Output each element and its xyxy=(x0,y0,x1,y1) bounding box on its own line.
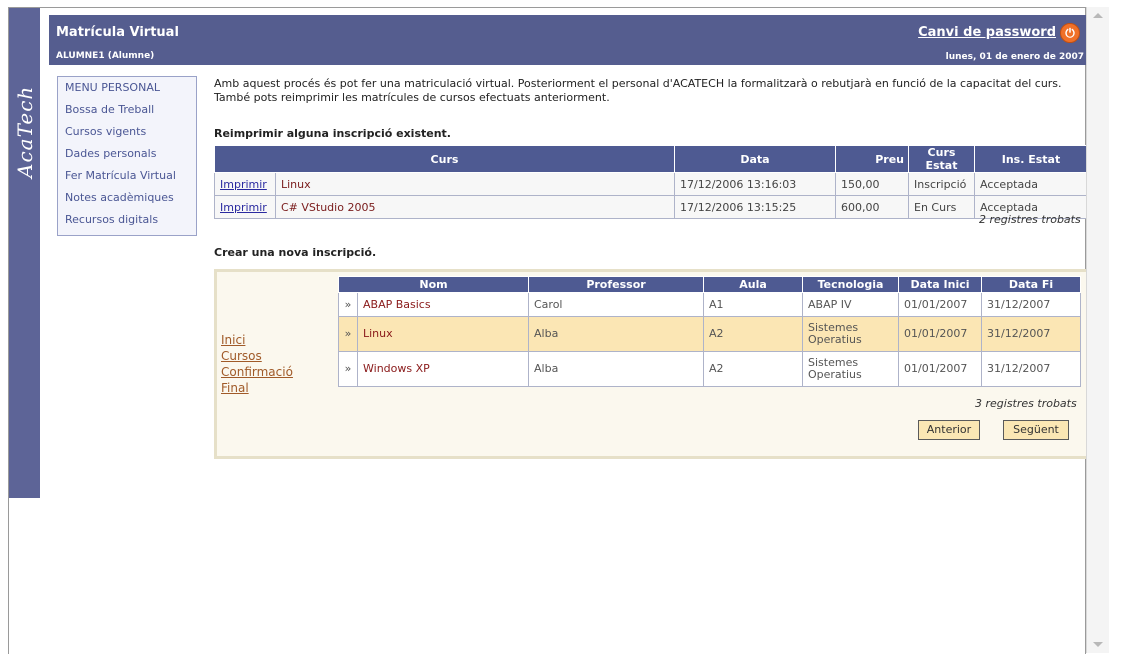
table-row[interactable]: » Linux Alba A2 Sistemes Operatius 01/01… xyxy=(338,316,1081,352)
curs-cell: C# VStudio 2005 xyxy=(275,195,675,219)
course-name: Windows XP xyxy=(357,351,529,387)
course-name: Linux xyxy=(357,316,529,352)
col-data: Data xyxy=(674,145,836,173)
professor-cell: Carol xyxy=(528,292,704,317)
vertical-scrollbar[interactable] xyxy=(1086,7,1109,653)
imprimir-link[interactable]: Imprimir xyxy=(220,178,267,191)
professor-cell: Alba xyxy=(528,316,704,352)
aula-cell: A1 xyxy=(703,292,803,317)
wizard-steps: Inici Cursos Confirmació Final xyxy=(221,332,293,396)
menu-item-notes-academiques[interactable]: Notes acadèmiques xyxy=(58,187,196,209)
create-heading: Crear una nova inscripció. xyxy=(214,246,377,259)
select-arrow-icon[interactable]: » xyxy=(338,316,358,352)
menu-heading: MENU PERSONAL xyxy=(65,81,160,94)
curs-cell: Linux xyxy=(275,172,675,196)
scroll-up-icon[interactable] xyxy=(1093,13,1103,18)
brand-sidebar: AcaTech xyxy=(9,8,40,498)
preu-cell: 600,00 xyxy=(835,195,909,219)
header-bar: Matrícula Virtual ALUMNE1 (Alumne) Canvi… xyxy=(49,15,1090,65)
menu-item-cursos-vigents[interactable]: Cursos vigents xyxy=(58,121,196,143)
data-fi-cell: 31/12/2007 xyxy=(981,351,1081,387)
reprint-heading: Reimprimir alguna inscripció existent. xyxy=(214,127,451,140)
current-date: lunes, 01 de enero de 2007 xyxy=(945,52,1084,62)
reprint-table: Curs Data Preu Curs Estat Ins. Estat Imp… xyxy=(214,145,1088,219)
col-curs-estat: Curs Estat xyxy=(908,145,975,173)
ins-estat-cell: Acceptada xyxy=(974,172,1088,196)
data-inici-cell: 01/01/2007 xyxy=(898,351,982,387)
acatech-logo: AcaTech xyxy=(13,85,37,178)
intro-text: Amb aquest procés és pot fer una matricu… xyxy=(214,77,1062,104)
data-inici-cell: 01/01/2007 xyxy=(898,316,982,352)
browser-frame: AcaTech Matrícula Virtual ALUMNE1 (Alumn… xyxy=(8,7,1090,654)
col-ins-estat: Ins. Estat xyxy=(974,145,1088,173)
personal-menu: MENU PERSONAL Bossa de Treball Cursos vi… xyxy=(57,76,197,236)
curs-estat-cell: En Curs xyxy=(908,195,975,219)
tecnologia-cell: Sistemes Operatius xyxy=(802,351,899,387)
create-count: 3 registres trobats xyxy=(975,397,1077,410)
col-data-fi: Data Fi xyxy=(981,276,1081,293)
enrollment-panel: Inici Cursos Confirmació Final Nom Profe… xyxy=(214,269,1090,459)
step-cursos-link[interactable]: Cursos xyxy=(221,348,293,364)
tecnologia-cell: ABAP IV xyxy=(802,292,899,317)
col-aula: Aula xyxy=(703,276,803,293)
course-name: ABAP Basics xyxy=(357,292,529,317)
col-data-inici: Data Inici xyxy=(898,276,982,293)
step-final-link[interactable]: Final xyxy=(221,380,293,396)
imprimir-link[interactable]: Imprimir xyxy=(220,201,267,214)
table-row: Imprimir C# VStudio 2005 17/12/2006 13:1… xyxy=(214,195,1088,219)
data-fi-cell: 31/12/2007 xyxy=(981,292,1081,317)
courses-table: Nom Professor Aula Tecnologia Data Inici… xyxy=(338,276,1081,387)
data-cell: 17/12/2006 13:16:03 xyxy=(674,172,836,196)
aula-cell: A2 xyxy=(703,351,803,387)
menu-item-bossa-treball[interactable]: Bossa de Treball xyxy=(58,99,196,121)
page-title: Matrícula Virtual xyxy=(56,25,179,40)
seguent-button[interactable]: Següent xyxy=(1003,420,1069,440)
data-inici-cell: 01/01/2007 xyxy=(898,292,982,317)
change-password-link[interactable]: Canvi de password xyxy=(918,25,1056,40)
menu-item-dades-personals[interactable]: Dades personals xyxy=(58,143,196,165)
tecnologia-cell: Sistemes Operatius xyxy=(802,316,899,352)
logout-power-icon[interactable]: ⏻ xyxy=(1060,23,1080,43)
table-row[interactable]: » ABAP Basics Carol A1 ABAP IV 01/01/200… xyxy=(338,292,1081,317)
anterior-button[interactable]: Anterior xyxy=(918,420,980,440)
professor-cell: Alba xyxy=(528,351,704,387)
col-tecnologia: Tecnologia xyxy=(802,276,899,293)
col-preu: Preu xyxy=(835,145,909,173)
table-row[interactable]: » Windows XP Alba A2 Sistemes Operatius … xyxy=(338,351,1081,387)
menu-item-matricula-virtual[interactable]: Fer Matrícula Virtual xyxy=(58,165,196,187)
select-arrow-icon[interactable]: » xyxy=(338,351,358,387)
select-arrow-icon[interactable]: » xyxy=(338,292,358,317)
step-confirmacio-link[interactable]: Confirmació xyxy=(221,364,293,380)
curs-estat-cell: Inscripció xyxy=(908,172,975,196)
user-label: ALUMNE1 (Alumne) xyxy=(56,51,155,61)
data-cell: 17/12/2006 13:15:25 xyxy=(674,195,836,219)
col-nom: Nom xyxy=(338,276,529,293)
step-inici-link[interactable]: Inici xyxy=(221,332,293,348)
aula-cell: A2 xyxy=(703,316,803,352)
col-professor: Professor xyxy=(528,276,704,293)
preu-cell: 150,00 xyxy=(835,172,909,196)
data-fi-cell: 31/12/2007 xyxy=(981,316,1081,352)
scroll-down-icon[interactable] xyxy=(1093,642,1103,647)
table-row: Imprimir Linux 17/12/2006 13:16:03 150,0… xyxy=(214,172,1088,196)
menu-item-recursos-digitals[interactable]: Recursos digitals xyxy=(58,209,196,231)
col-curs: Curs xyxy=(214,145,675,173)
reprint-count: 2 registres trobats xyxy=(979,213,1081,226)
